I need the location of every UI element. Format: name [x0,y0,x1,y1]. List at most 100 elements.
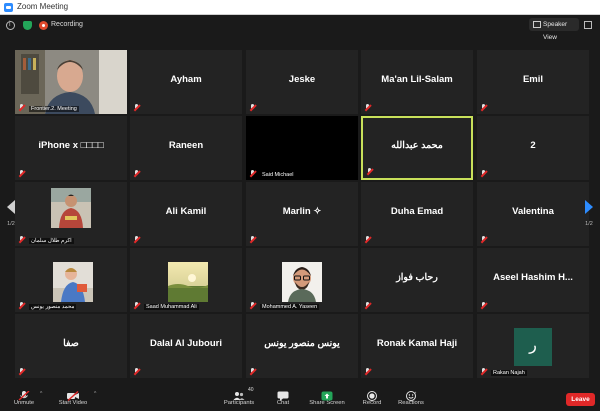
participant-name: يونس منصور يونس [264,338,340,349]
audio-options-caret-icon[interactable]: ^ [40,391,42,397]
leave-button[interactable]: Leave [566,393,595,406]
participant-name: Ayham [170,74,202,85]
participant-tile[interactable]: Jeske [246,50,358,114]
muted-mic-icon [481,236,487,243]
participant-tile[interactable]: يونس منصور يونس [246,314,358,378]
share-screen-button[interactable]: Share Screen [308,385,346,411]
avatar: ر [514,328,552,366]
muted-mic-icon [481,368,487,375]
participant-name-tag: Frontier.2. Meeting [29,106,79,112]
participant-tile[interactable]: اكرم طلال سلمان [15,182,127,246]
participant-tile[interactable]: محمد منصور يونس [15,248,127,312]
title-bar: Zoom Meeting [0,0,600,15]
meeting-toolbar: Unmute ^ Start Video ^ Participants 40 C… [0,385,600,411]
reactions-icon: + [405,388,417,401]
participant-name: صفا [63,338,79,349]
shield-icon[interactable] [23,21,32,30]
participant-tile[interactable]: 2 [477,116,589,180]
participant-tile[interactable]: iPhone x □□□□ [15,116,127,180]
participant-tile[interactable]: Marlin ✧ [246,182,358,246]
participant-tile[interactable]: Mohammed A. Yaseen [246,248,358,312]
speaker-view-label: Speaker View [543,21,568,41]
participant-name-tag: Mohammed A. Yaseen [260,304,320,310]
participant-tile[interactable]: Valentina [477,182,589,246]
video-options-caret-icon[interactable]: ^ [94,391,96,397]
participant-name-tag: Saad Muhammad Ali [144,304,199,310]
participant-name-tag: محمد منصور يونس [29,304,77,310]
participant-name: Marlin ✧ [282,206,322,217]
info-icon[interactable] [6,21,15,30]
muted-mic-icon [19,104,25,111]
participant-tile[interactable]: Ma'an Lil-Salam [361,50,473,114]
participant-name: Dalal Al Jubouri [150,338,222,349]
participant-tile[interactable]: Aseel Hashim H... [477,248,589,312]
zoom-window: Zoom Meeting Recording Speaker View Fron… [0,0,600,411]
muted-mic-icon [250,170,256,177]
profile-picture [282,262,322,307]
participant-name: رحاب فواز [396,272,438,283]
muted-mic-icon [134,302,140,309]
participant-tile[interactable]: Dalal Al Jubouri [130,314,242,378]
muted-mic-icon [365,104,371,111]
profile-picture [51,188,91,233]
participants-icon [233,388,245,400]
participant-name: Ronak Kamal Haji [376,338,458,349]
muted-mic-icon [250,104,256,111]
muted-mic-icon [481,104,487,111]
participant-name: 2 [530,140,536,151]
participant-tile[interactable]: Ronak Kamal Haji [361,314,473,378]
participant-tile[interactable]: Frontier.2. Meeting [15,50,127,114]
muted-mic-icon [365,236,371,243]
participant-tile[interactable]: صفا [15,314,127,378]
muted-mic-icon [365,368,371,375]
muted-mic-icon [19,170,25,177]
page-indicator-right: 1/2 [585,221,593,227]
participant-name: Ma'an Lil-Salam [381,74,453,85]
participant-name: iPhone x □□□□ [38,140,104,151]
speaker-view-button[interactable]: Speaker View [529,18,579,41]
participant-tile[interactable]: Raneen [130,116,242,180]
muted-mic-icon [18,388,30,401]
chat-button[interactable]: Chat [272,385,294,411]
muted-mic-icon [134,368,140,375]
participant-tile[interactable]: ر Rakan Najah [477,314,589,378]
start-video-button[interactable]: Start Video [52,385,94,411]
participant-name: Jeske [288,74,316,85]
recording-label: Recording [51,21,83,28]
participant-name: محمد عبدالله [391,140,443,151]
participant-tile[interactable]: Ali Kamil [130,182,242,246]
fullscreen-icon[interactable] [584,21,592,29]
participants-count: 40 [248,387,254,393]
muted-mic-icon [367,168,373,175]
muted-mic-icon [134,236,140,243]
participant-name-tag: اكرم طلال سلمان [29,238,74,244]
participant-name-tag: Rakan Najah [491,370,527,376]
muted-mic-icon [481,302,487,309]
previous-page-button[interactable]: 1/2 [4,192,18,232]
participant-tile[interactable]: رحاب فواز [361,248,473,312]
participant-tile[interactable]: Duha Emad [361,182,473,246]
participant-tile[interactable]: Ayham [130,50,242,114]
participant-tile[interactable]: Saad Muhammad Ali [130,248,242,312]
record-button[interactable]: Record [360,385,384,411]
reactions-button[interactable]: + Reactions [396,385,426,411]
participant-tile[interactable]: Emil [477,50,589,114]
video-off-icon [67,388,79,402]
page-indicator-left: 1/2 [7,221,15,227]
participant-name: Ali Kamil [165,206,207,217]
participant-tile[interactable]: محمد عبدالله [361,116,473,180]
participant-tile[interactable]: Said Michael [246,116,358,180]
participant-name: Aseel Hashim H... [493,272,573,283]
window-title: Zoom Meeting [17,2,69,11]
participant-name: Raneen [168,140,204,151]
arrow-right-icon [585,200,593,214]
muted-mic-icon [19,302,25,309]
record-icon [366,388,378,401]
muted-mic-icon [481,170,487,177]
unmute-button[interactable]: Unmute [8,385,40,411]
participant-name: Duha Emad [390,206,444,217]
muted-mic-icon [134,104,140,111]
arrow-left-icon [7,200,15,214]
next-page-button[interactable]: 1/2 [582,192,596,232]
muted-mic-icon [250,368,256,375]
